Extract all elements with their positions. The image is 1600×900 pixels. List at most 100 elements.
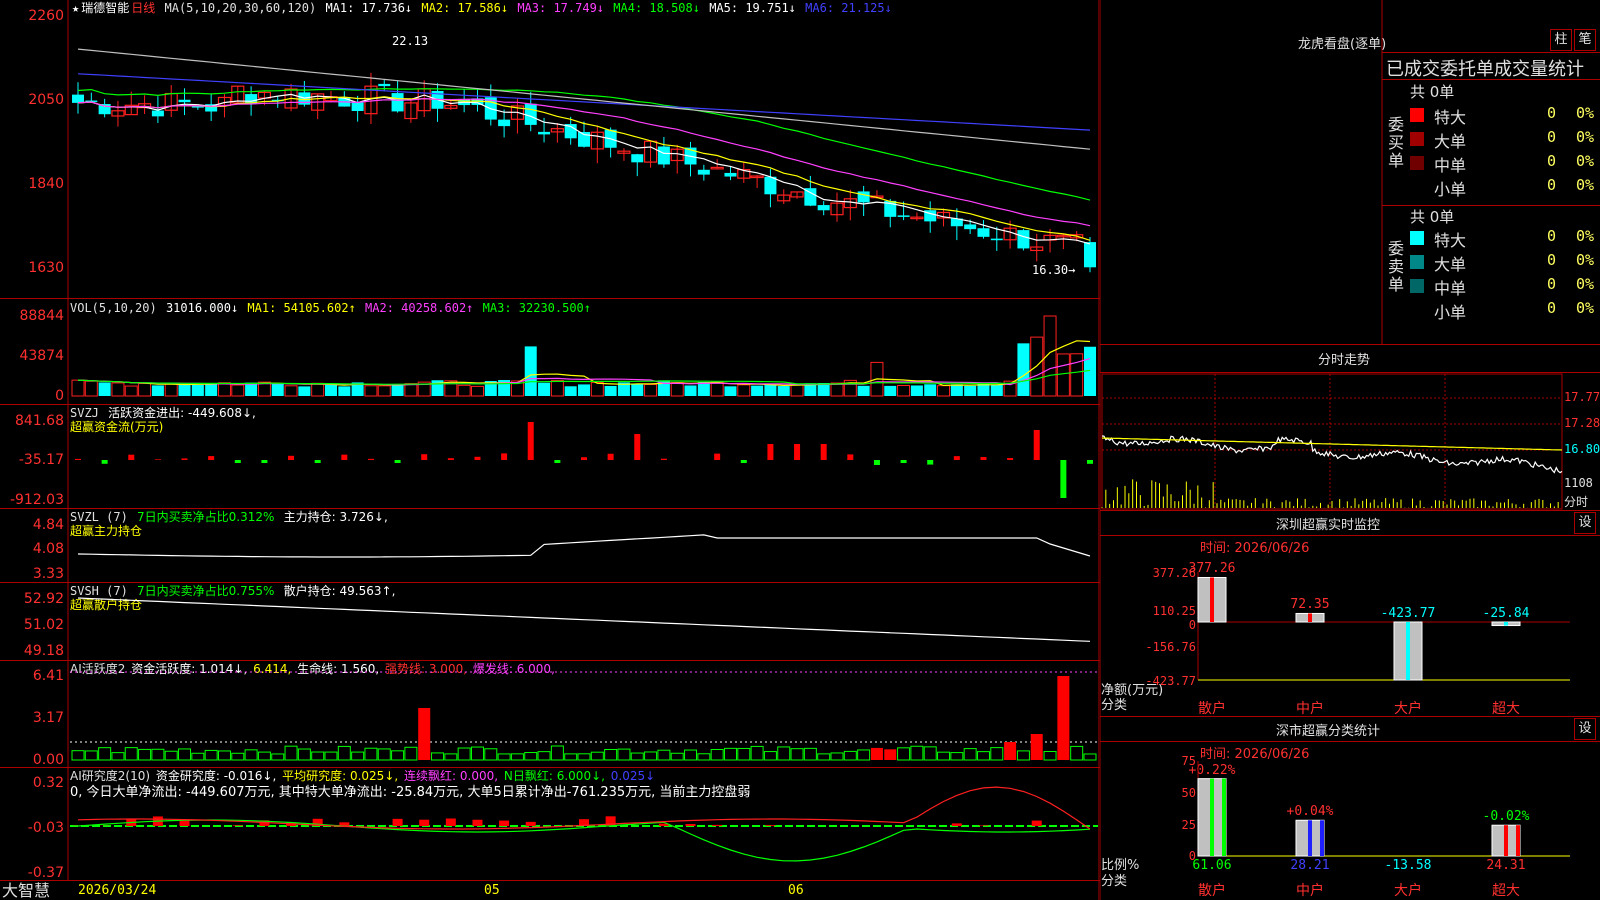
svzj-bar-positive [367, 458, 374, 460]
svzj-bar-positive [421, 454, 428, 460]
svzj-bar-positive [714, 453, 721, 460]
candle-down [897, 215, 910, 217]
active-bar-green [697, 753, 711, 761]
svzj-bar-positive [128, 454, 135, 460]
active-bar-red [1030, 734, 1043, 760]
volume-bar-up [897, 384, 911, 397]
active-bar-red [1004, 742, 1017, 760]
active-bar-green [937, 751, 951, 761]
active-bar-green [657, 749, 671, 761]
sz-monitor-bar-center [1406, 622, 1410, 680]
candle-down [151, 110, 164, 117]
volume-bar-down [910, 385, 923, 396]
active-bar-green [244, 749, 258, 761]
active-bar-green [324, 751, 338, 761]
active-bar-green [857, 749, 871, 761]
active-bar-green [391, 750, 405, 761]
svzj-bar-positive [607, 453, 614, 460]
volume-bar-down [857, 385, 870, 396]
active-bar-green [630, 752, 644, 761]
active-bar-green [284, 745, 298, 761]
active-bar-green [377, 748, 391, 761]
volume-bar-up [377, 385, 391, 397]
volume-bar-down [1017, 343, 1030, 396]
active-bar-green [164, 750, 178, 761]
active-bar-green [217, 750, 231, 761]
volume-bar-down [764, 384, 777, 396]
candle-down [657, 146, 670, 165]
active-bar-green [151, 748, 165, 761]
intraday-price-line [1101, 435, 1563, 474]
volume-bar-down [338, 386, 351, 396]
active-bar-red [870, 747, 883, 760]
active-bar-green [550, 745, 564, 761]
svzj-bar-positive [953, 456, 960, 460]
volume-bar-down [724, 386, 737, 396]
volume-bar-up [710, 381, 724, 397]
svzj-bar-positive [288, 455, 295, 460]
active-bar-green [98, 747, 112, 761]
candle-down [1084, 242, 1096, 268]
active-bar-green [457, 747, 471, 761]
volume-bar-up [404, 383, 418, 397]
volume-bar-down [538, 382, 551, 396]
volume-bar-down [325, 383, 337, 396]
volume-bar-up [937, 385, 951, 397]
candle-down [524, 103, 537, 125]
active-bar-red [1057, 676, 1070, 760]
research-bar [685, 824, 696, 826]
active-bar-green [897, 747, 911, 761]
svzj-bar-negative [261, 460, 268, 463]
candle-down [538, 131, 551, 135]
active-bar-green [830, 752, 844, 761]
volume-bar-up [311, 382, 325, 397]
candle-down [817, 205, 830, 211]
active-bar-green [191, 752, 205, 761]
active-bar-green [750, 745, 764, 761]
volume-bar-down [924, 384, 937, 396]
active-bar-green [431, 752, 445, 761]
active-bar-green [684, 749, 698, 761]
research-bar [765, 825, 776, 826]
side-chart-canvas [1100, 0, 1570, 900]
research-bar [712, 824, 723, 826]
volume-bar-down [578, 384, 590, 396]
svzj-bar-positive [1007, 458, 1014, 460]
active-bar-green [990, 747, 1004, 761]
active-bar-green [604, 748, 618, 761]
svzj-bar-positive [660, 458, 667, 460]
svzj-bar-negative [927, 460, 934, 465]
research-bar [445, 818, 456, 826]
svzj-bar-negative [1087, 460, 1093, 464]
active-bar-green [723, 747, 737, 761]
volume-bar-up [164, 382, 178, 397]
sz-class-bar-center [1504, 825, 1508, 856]
svzj-bar-negative [873, 460, 880, 465]
svzj-bar-positive [527, 422, 534, 460]
sz-class-bar-center [1308, 820, 1312, 856]
volume-bar-up [1070, 353, 1084, 397]
main-chart-area[interactable]: ★ 瑞德智能 日线 MA(5,10,20,30,60,120) MA1: 17.73… [0, 0, 1100, 900]
volume-bar-up [84, 380, 98, 397]
candle-down [178, 99, 191, 103]
active-bar-green [178, 748, 192, 761]
research-bar [472, 819, 483, 826]
intraday-avg-line [1101, 437, 1563, 451]
ma1-line [77, 93, 1091, 245]
svzj-bar-positive [154, 459, 161, 460]
svzj-bar-positive [1033, 430, 1040, 460]
volume-bar-up [138, 382, 152, 397]
chart-canvas[interactable] [0, 0, 1100, 900]
svzl-line [77, 534, 1091, 558]
active-bar-green [404, 746, 418, 761]
active-bar-green [777, 746, 791, 761]
active-bar-green [590, 751, 604, 761]
volume-bar-down [178, 384, 191, 396]
candle-down [351, 102, 364, 112]
active-bar-green [803, 747, 817, 761]
candle-down [764, 176, 777, 195]
active-bar-green [950, 752, 964, 761]
volume-bar-down [271, 383, 284, 396]
volume-bar-down [950, 384, 963, 396]
volume-bar-down [205, 383, 218, 396]
